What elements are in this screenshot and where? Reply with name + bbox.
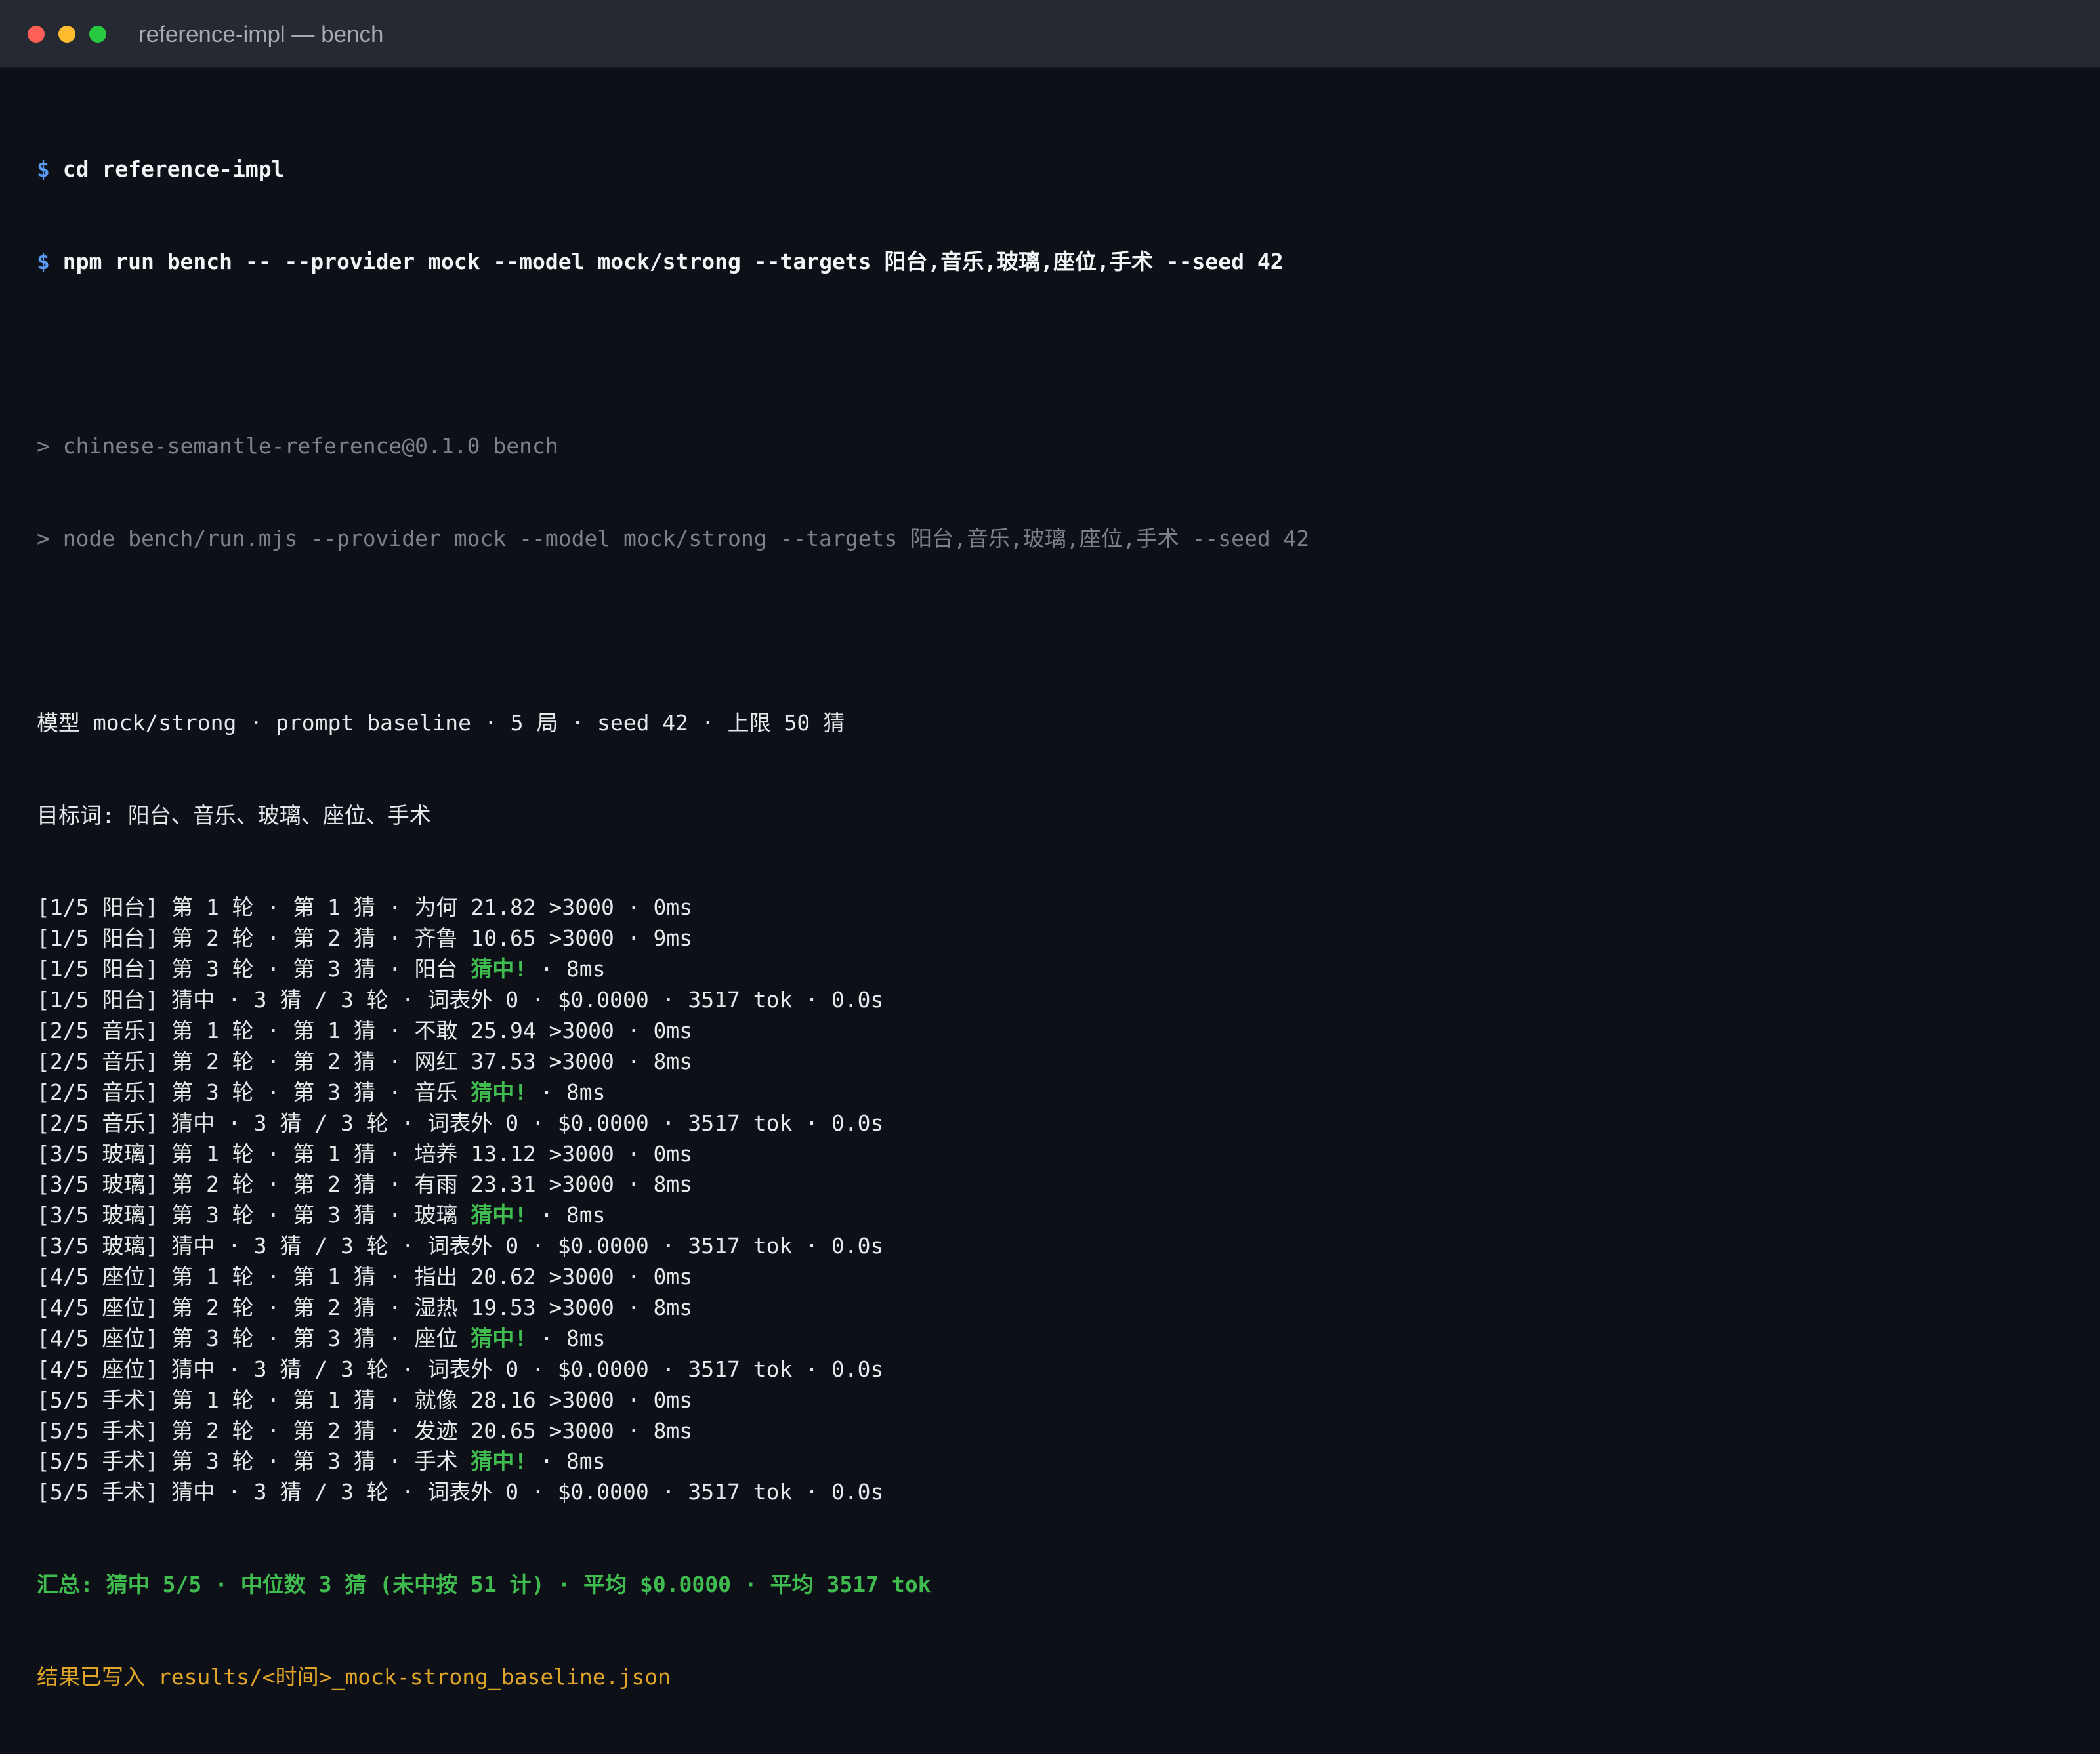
log-text: [4/5 座位] 第 2 轮 · 第 2 猜 · 湿热 19.53 >3000 … xyxy=(37,1295,693,1321)
command-line: $ npm run bench -- --provider mock --mod… xyxy=(37,247,2071,278)
log-text: [5/5 手术] 第 3 轮 · 第 3 猜 · 手术 xyxy=(37,1448,471,1474)
npm-output-line: > node bench/run.mjs --provider mock --m… xyxy=(37,525,1310,551)
log-text: [4/5 座位] 第 1 轮 · 第 1 猜 · 指出 20.62 >3000 … xyxy=(37,1264,693,1290)
command-text: cd reference-impl xyxy=(62,156,285,182)
log-line: [3/5 玻璃] 第 1 轮 · 第 1 猜 · 培养 13.12 >3000 … xyxy=(37,1139,2071,1170)
log-text: [2/5 音乐] 第 3 轮 · 第 3 猜 · 音乐 xyxy=(37,1079,471,1105)
shell-prompt: $ xyxy=(37,156,50,182)
log-text: [2/5 音乐] 猜中 · 3 猜 / 3 轮 · 词表外 0 · $0.000… xyxy=(37,1110,884,1136)
log-line: [2/5 音乐] 猜中 · 3 猜 / 3 轮 · 词表外 0 · $0.000… xyxy=(37,1108,2071,1139)
log-text: [2/5 音乐] 第 2 轮 · 第 2 猜 · 网红 37.53 >3000 … xyxy=(37,1048,693,1074)
log-text: [1/5 阳台] 第 2 轮 · 第 2 猜 · 齐鲁 10.65 >3000 … xyxy=(37,925,693,951)
log-line: [3/5 玻璃] 第 2 轮 · 第 2 猜 · 有雨 23.31 >3000 … xyxy=(37,1169,2071,1200)
log-text: [5/5 手术] 第 2 轮 · 第 2 猜 · 发迹 20.65 >3000 … xyxy=(37,1417,693,1444)
hit-marker: 猜中! xyxy=(471,1079,528,1105)
npm-output-line: > chinese-semantle-reference@0.1.0 bench xyxy=(37,432,558,459)
log-line: [4/5 座位] 第 2 轮 · 第 2 猜 · 湿热 19.53 >3000 … xyxy=(37,1293,2071,1324)
log-line: [1/5 阳台] 第 3 轮 · 第 3 猜 · 阳台 猜中! · 8ms xyxy=(37,954,2071,985)
log-text: [2/5 音乐] 第 1 轮 · 第 1 猜 · 不敢 25.94 >3000 … xyxy=(37,1018,693,1043)
log-text: [3/5 玻璃] 第 3 轮 · 第 3 猜 · 玻璃 xyxy=(37,1202,471,1228)
log-text: [3/5 玻璃] 第 2 轮 · 第 2 猜 · 有雨 23.31 >3000 … xyxy=(37,1171,693,1198)
log-tail: · 8ms xyxy=(527,1079,606,1105)
log-line: [3/5 玻璃] 第 3 轮 · 第 3 猜 · 玻璃 猜中! · 8ms xyxy=(37,1200,2071,1231)
summary-line: 汇总: 猜中 5/5 · 中位数 3 猜 (未中按 51 计) · 平均 $0.… xyxy=(37,1572,931,1598)
command-text: npm run bench -- --provider mock --model… xyxy=(62,248,1284,274)
title-bar: reference-impl — bench xyxy=(0,0,2100,68)
log-tail: · 8ms xyxy=(527,1325,606,1351)
zoom-window-button[interactable] xyxy=(89,26,106,43)
log-line: [4/5 座位] 猜中 · 3 猜 / 3 轮 · 词表外 0 · $0.000… xyxy=(37,1354,2071,1385)
log-text: [3/5 玻璃] 第 1 轮 · 第 1 猜 · 培养 13.12 >3000 … xyxy=(37,1140,693,1167)
minimize-window-button[interactable] xyxy=(58,26,75,43)
log-line: [3/5 玻璃] 猜中 · 3 猜 / 3 轮 · 词表外 0 · $0.000… xyxy=(37,1231,2071,1262)
log-text: [3/5 玻璃] 猜中 · 3 猜 / 3 轮 · 词表外 0 · $0.000… xyxy=(37,1233,884,1259)
shell-prompt: $ xyxy=(37,248,50,274)
log-tail: · 8ms xyxy=(527,956,606,982)
log-line: [1/5 阳台] 猜中 · 3 猜 / 3 轮 · 词表外 0 · $0.000… xyxy=(37,985,2071,1016)
targets-line: 目标词: 阳台、音乐、玻璃、座位、手术 xyxy=(37,802,431,828)
bench-header-line: 模型 mock/strong · prompt baseline · 5 局 ·… xyxy=(37,710,845,736)
log-tail: · 8ms xyxy=(527,1448,606,1474)
log-line: [4/5 座位] 第 3 轮 · 第 3 猜 · 座位 猜中! · 8ms xyxy=(37,1324,2071,1354)
command-line: $ cd reference-impl xyxy=(37,154,2071,185)
hit-marker: 猜中! xyxy=(471,1325,528,1351)
results-written-line: 结果已写入 results/<时间>_mock-strong_baseline.… xyxy=(37,1663,671,1690)
log-line: [2/5 音乐] 第 1 轮 · 第 1 猜 · 不敢 25.94 >3000 … xyxy=(37,1016,2071,1047)
log-text: [5/5 手术] 第 1 轮 · 第 1 猜 · 就像 28.16 >3000 … xyxy=(37,1387,693,1413)
log-line: [5/5 手术] 第 2 轮 · 第 2 猜 · 发迹 20.65 >3000 … xyxy=(37,1416,2071,1447)
terminal-window: reference-impl — bench $ cd reference-im… xyxy=(0,0,2100,1690)
close-window-button[interactable] xyxy=(28,26,45,43)
log-line: [1/5 阳台] 第 1 轮 · 第 1 猜 · 为何 21.82 >3000 … xyxy=(37,892,2071,923)
log-text: [5/5 手术] 猜中 · 3 猜 / 3 轮 · 词表外 0 · $0.000… xyxy=(37,1479,884,1505)
log-text: [4/5 座位] 第 3 轮 · 第 3 猜 · 座位 xyxy=(37,1325,471,1351)
log-line: [5/5 手术] 第 1 轮 · 第 1 猜 · 就像 28.16 >3000 … xyxy=(37,1385,2071,1416)
log-line: [5/5 手术] 第 3 轮 · 第 3 猜 · 手术 猜中! · 8ms xyxy=(37,1446,2071,1477)
log-text: [4/5 座位] 猜中 · 3 猜 / 3 轮 · 词表外 0 · $0.000… xyxy=(37,1356,884,1382)
bench-log: [1/5 阳台] 第 1 轮 · 第 1 猜 · 为何 21.82 >3000 … xyxy=(37,892,2071,1508)
log-text: [1/5 阳台] 第 1 轮 · 第 1 猜 · 为何 21.82 >3000 … xyxy=(37,894,693,921)
log-text: [1/5 阳台] 猜中 · 3 猜 / 3 轮 · 词表外 0 · $0.000… xyxy=(37,987,884,1013)
log-line: [5/5 手术] 猜中 · 3 猜 / 3 轮 · 词表外 0 · $0.000… xyxy=(37,1477,2071,1508)
log-line: [2/5 音乐] 第 3 轮 · 第 3 猜 · 音乐 猜中! · 8ms xyxy=(37,1077,2071,1108)
hit-marker: 猜中! xyxy=(471,956,528,982)
log-text: [1/5 阳台] 第 3 轮 · 第 3 猜 · 阳台 xyxy=(37,956,471,982)
hit-marker: 猜中! xyxy=(471,1202,528,1228)
hit-marker: 猜中! xyxy=(471,1448,528,1474)
window-title: reference-impl — bench xyxy=(138,22,384,47)
log-line: [1/5 阳台] 第 2 轮 · 第 2 猜 · 齐鲁 10.65 >3000 … xyxy=(37,923,2071,954)
log-line: [2/5 音乐] 第 2 轮 · 第 2 猜 · 网红 37.53 >3000 … xyxy=(37,1047,2071,1077)
terminal-output[interactable]: $ cd reference-impl $ npm run bench -- -… xyxy=(37,93,2071,1754)
log-line: [4/5 座位] 第 1 轮 · 第 1 猜 · 指出 20.62 >3000 … xyxy=(37,1262,2071,1293)
log-tail: · 8ms xyxy=(527,1202,606,1228)
